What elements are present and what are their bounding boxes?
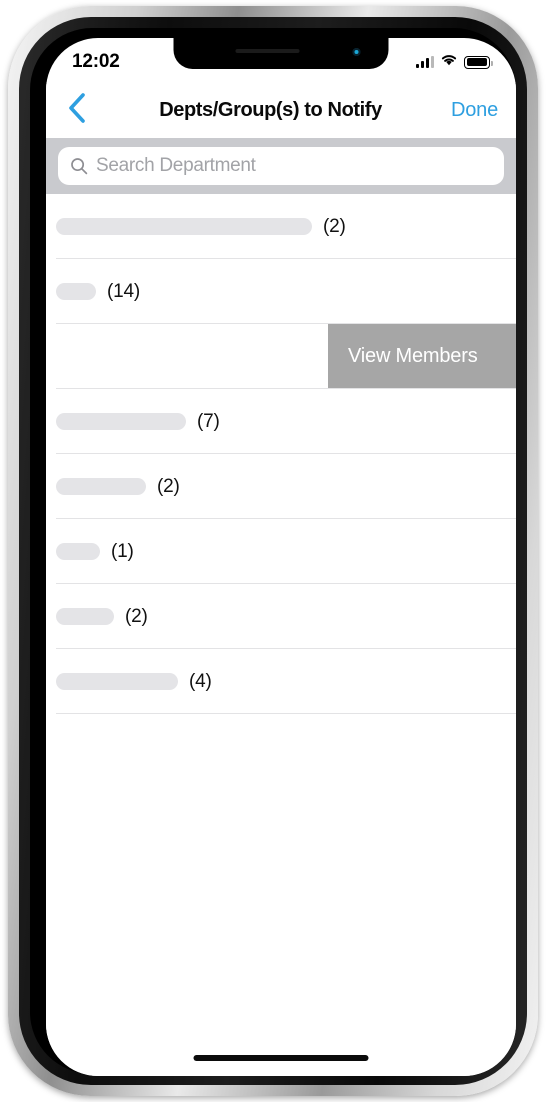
department-name-redacted	[56, 218, 312, 235]
department-name-redacted	[56, 543, 100, 560]
page-title: Depts/Group(s) to Notify	[159, 98, 382, 121]
view-members-label: View Members	[348, 344, 478, 367]
home-indicator	[193, 1055, 369, 1061]
search-input[interactable]: Search Department	[96, 155, 256, 177]
table-row[interactable]: (2)	[46, 194, 516, 259]
chevron-left-icon	[67, 92, 87, 129]
department-name-redacted	[56, 608, 114, 625]
battery-icon	[464, 55, 493, 69]
table-row[interactable]: (4)	[46, 649, 516, 714]
department-name-redacted	[56, 673, 178, 690]
row-content: (1)	[56, 541, 134, 563]
member-count: (4)	[189, 670, 212, 692]
row-content: (4)	[56, 671, 212, 693]
cellular-signal-icon	[416, 56, 434, 68]
view-members-button[interactable]: View Members	[328, 324, 516, 388]
status-icons	[416, 53, 493, 71]
phone-frame: 12:02 Depts/Group(s) to Notify Done Sear…	[8, 6, 538, 1096]
phone-screen: 12:02 Depts/Group(s) to Notify Done Sear…	[46, 38, 516, 1076]
row-content: (2)	[56, 606, 148, 628]
row-content: (14)	[56, 281, 140, 303]
device-notch	[173, 38, 389, 69]
wifi-icon	[440, 53, 458, 71]
table-row[interactable]: (14)	[46, 259, 516, 324]
table-row[interactable]: (1)	[46, 519, 516, 584]
department-name-redacted	[56, 478, 146, 495]
department-list: (2) (14) View Members (7) (2) (1) (2) (4)	[46, 194, 516, 1076]
table-row[interactable]: (7)	[46, 389, 516, 454]
department-name-redacted	[56, 283, 96, 300]
row-content: (2)	[56, 476, 180, 498]
table-row[interactable]: (2)	[46, 584, 516, 649]
row-separator	[56, 713, 516, 714]
navigation-bar: Depts/Group(s) to Notify Done	[46, 82, 516, 138]
earpiece-speaker	[235, 49, 299, 53]
front-camera-icon	[352, 48, 361, 56]
member-count: (14)	[107, 280, 140, 302]
table-row[interactable]: (2)	[46, 454, 516, 519]
back-button[interactable]	[56, 89, 98, 131]
member-count: (2)	[323, 215, 346, 237]
member-count: (7)	[197, 410, 220, 432]
table-row[interactable]: View Members	[46, 324, 516, 389]
department-name-redacted	[56, 413, 186, 430]
status-time: 12:02	[72, 51, 120, 72]
row-content: (7)	[56, 411, 220, 433]
done-button[interactable]: Done	[443, 99, 498, 122]
member-count: (2)	[157, 475, 180, 497]
member-count: (1)	[111, 540, 134, 562]
member-count: (2)	[125, 605, 148, 627]
search-field[interactable]: Search Department	[58, 147, 504, 185]
search-icon	[70, 157, 88, 175]
search-band: Search Department	[46, 138, 516, 194]
row-content: (2)	[56, 216, 346, 238]
